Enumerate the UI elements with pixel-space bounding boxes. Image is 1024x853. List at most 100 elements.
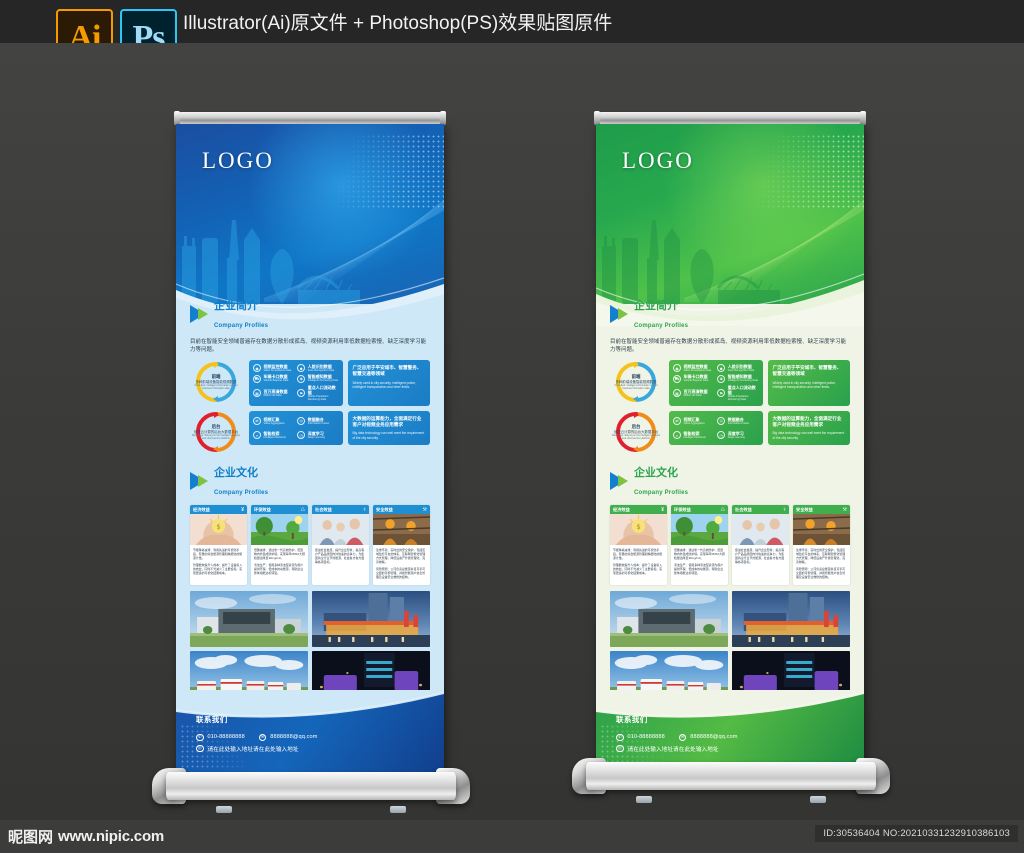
icon-card-item: ⛟ 车辆卡口数据 Vehicle Bayonet Data [673, 374, 714, 383]
icon-card-item-en: Intelligent Retrieval [263, 435, 286, 439]
envelope-icon: ✉ [258, 733, 267, 741]
icon-card-item: ☻ 人脸识别数据 Face Recognition Data [717, 364, 758, 373]
icon-card-item-en: Mobile Population Monitoring Data [727, 394, 749, 402]
culture-card-label: 环保效益 [674, 506, 691, 512]
intro-paragraph: 目前在智能安全领域普遍存在数据分散形成孤岛、视频资源利用率低数据检索慢、缺乏深度… [610, 339, 847, 353]
play-triangle-accent-icon [198, 308, 208, 320]
section-title-en: Company Profiles [214, 323, 269, 329]
gallery-photo[interactable] [312, 591, 430, 647]
ring-en: Backstage: Relying on the intelligent an… [192, 434, 240, 441]
contact-phone: 010-88888888 [627, 734, 665, 741]
culture-card[interactable]: 安全效益 ⚒ 注重环境：实时出的安全保护，包括区域监控平台的体系，互联网智能化管… [793, 505, 850, 585]
culture-card[interactable]: 经济效益 ¥ $ 节能降耗减排：利用先进的可视化手段，有量的综合能源管理和精细化… [610, 505, 667, 585]
culture-card[interactable]: 环保效益 ♺ 低碳减排：通过新一代高效防护，配置物内外集成防护塔，实现每年PM1… [251, 505, 308, 585]
stand-foot-left [216, 806, 232, 813]
icon-card: ⇄ 视频汇聚 Video Aggregation ◎ 数据融合 Informatio… [249, 410, 343, 446]
rollup-banner-blue: LOGO 企业简介 Company Profiles 目前在智能安全领域普遍存在… [174, 111, 446, 776]
icon-card-item: ◈ 智能感知数据 Intelligent Perceiving Data [297, 374, 338, 383]
intro-paragraph: 目前在智能安全领域普遍存在数据分散形成孤岛、视频资源利用率低数据检索慢、缺乏深度… [190, 339, 427, 353]
contact-block: 联系我们 ✆ 010-88888888 ✉ 8888888@qq.com ◎ 请… [616, 714, 738, 753]
culture-card-p2: 清洁生产：使用多种清洁型资源为用户提供环保、低成本的动能源，帮助企业整体用能达标… [254, 563, 304, 575]
culture-card-p2: 风险预测：公司负责总能源并且可手可全面的可视管理，并按智能用户信息管理及设备安全… [796, 567, 846, 579]
nipic-watermark: 昵图网 www.nipic.com [8, 826, 164, 847]
gallery-photo[interactable] [732, 591, 850, 647]
culture-card-body: 节能降耗减排：利用先进的可视化手段，有量的综合能源管理和精细化的能源计量。 管理… [610, 545, 667, 581]
culture-card[interactable]: 社会效益 ⚕ 促进社会发展，提升企业形象，提高客户产品品质国内外快速的竞争力，为… [732, 505, 789, 585]
svg-text:$: $ [636, 523, 640, 531]
section-title-en: Company Profiles [634, 490, 689, 496]
icon-card-item: ◎ 数据融合 Information Fusion [297, 415, 338, 427]
vehicle-bayonet-data-icon: ⛟ [253, 374, 261, 383]
culture-card-label: 环保效益 [254, 506, 271, 512]
culture-card-body: 低碳减排：通过新一代高效防护，配置物内外集成防护塔，实现每年PM10大颗粒量达降… [671, 545, 728, 581]
icon-card: ⇄ 视频汇聚 Video Aggregation ◎ 数据融合 Informatio… [669, 410, 763, 446]
play-triangle-accent-icon [618, 308, 628, 320]
culture-card-p1: 节能降耗减排：利用先进的可视化手段，有量的综合能源管理和精细化的能源计量。 [613, 548, 663, 560]
process-ring: 后台 依托云计算的后台大数据平台 Backstage: Relying on t… [610, 410, 662, 454]
information-fusion-icon: ◎ [297, 416, 306, 425]
text-card: 大数据的运算能力，全面满足行业客户对视频业务应用需求 Big data tech… [347, 410, 430, 446]
banner-body: 企业简介 Company Profiles 目前在智能安全领域普遍存在数据分散形… [596, 296, 864, 707]
contact-address-row: ◎ 请在此处输入地址请在此处输入地址 [616, 744, 738, 753]
culture-card-label: 社会效益 [735, 506, 752, 512]
icon-card-item-en: Video Aggregation [683, 421, 705, 425]
culture-card-p1: 低碳减排：通过新一代高效防护，配置物内外集成防护塔，实现每年PM10大颗粒量达降… [254, 548, 305, 560]
text-card-en: Big data technology can well meet the re… [772, 431, 845, 440]
deep-learning-icon: ◷ [717, 431, 726, 440]
section-title-en: Company Profiles [214, 490, 269, 496]
banner-logo: LOGO [622, 148, 694, 173]
location-pin-icon: ◎ [616, 744, 624, 753]
culture-card-p2: 风险预测：公司负责总能源并且可手可全面的可视管理，并按智能用户信息管理及设备安全… [376, 567, 426, 579]
process-ring: 前端 多种前端设备智能视频数据 Front End: intelligent i… [610, 360, 662, 404]
culture-card[interactable]: 安全效益 ⚒ 注重环境：实时出的安全保护，包括区域监控平台的体系，互联网智能化管… [373, 505, 430, 585]
screenshot-root: Ai Ps Illustrator(Ai)原文件 + Photoshop(PS)… [0, 0, 1024, 853]
icon-card-item-en: Intelligent Retrieval [683, 435, 706, 439]
culture-card-label: 经济效益 [613, 506, 630, 512]
contact-address: 请在此处输入地址请在此处输入地址 [627, 746, 719, 753]
icon-card-item-en: Video Surveillance Data [683, 369, 712, 372]
culture-card[interactable]: 经济效益 ¥ $ 节能降耗减排：利用先进的可视化手段，有量的综合能源管理和精细化… [190, 505, 247, 585]
culture-card-body: 低碳减排：通过新一代高效防护，配置物内外集成防护塔，实现每年PM10大颗粒量达降… [251, 545, 308, 581]
culture-card-image: $ [610, 514, 667, 552]
gallery-photo[interactable] [190, 591, 308, 647]
culture-card-p2: 清洁生产：使用多种清洁型资源为用户提供环保、低成本的动能源，帮助企业整体用能达标… [674, 563, 724, 575]
vehicle-bayonet-data-icon: ⛟ [673, 374, 681, 383]
gallery-photo[interactable] [610, 591, 728, 647]
video-aggregation-icon: ⇄ [253, 416, 261, 425]
information-fusion-icon: ◎ [717, 416, 726, 425]
icon-card-item-cn: 重点人口流动数据 [727, 384, 756, 395]
icon-card-item-en: Information Fusion [727, 421, 750, 425]
icon-card-item-en: Intelligent Perceiving Data [307, 379, 338, 383]
icon-card-item-en: Vehicle Bayonet Data [263, 379, 289, 383]
culture-card-image [373, 514, 430, 545]
text-card: 广泛应用于平安城市、智慧警务、智慧交通等领域 Widely used in ci… [347, 360, 430, 406]
culture-card[interactable]: 环保效益 ♺ 低碳减排：通过新一代高效防护，配置物内外集成防护塔，实现每年PM1… [671, 505, 728, 585]
culture-card-label: 安全效益 [796, 506, 813, 512]
contact-phone-row: ✆ 010-88888888 [196, 733, 245, 741]
culture-card-header: 社会效益 ⚕ [732, 505, 789, 514]
process-ring-group: 前端 多种前端设备智能视频数据 Front End: intelligent i… [610, 360, 664, 454]
icon-card-item: ⌕ 智能检索 Intelligent Retrieval [253, 429, 294, 441]
video-surveillance-data-icon: ◉ [673, 364, 681, 373]
culture-card[interactable]: 社会效益 ⚕ 促进社会发展，提升企业形象，提高客户产品品质国内外快速的竞争力，为… [312, 505, 369, 585]
culture-card-body: 促进社会发展，提升企业形象，提高客户产品品质国内外快速的竞争力，为集团将全行业节… [312, 545, 369, 570]
contact-email-row: ✉ 8888888@qq.com [258, 733, 318, 741]
intelligent-retrieval-icon: ⌕ [253, 431, 261, 440]
icon-card-item-en: Vehicle Bayonet Data [683, 379, 709, 383]
culture-card-p1: 低碳减排：通过新一代高效防护，配置物内外集成防护塔，实现每年PM10大颗粒量达降… [674, 548, 725, 560]
culture-card-header: 安全效益 ⚒ [373, 505, 430, 514]
icon-card-item-en: Video Surveillance Data [263, 369, 292, 372]
icon-card-item-en: Deep Learning [727, 435, 745, 439]
culture-card-p1: 促进社会发展，提升企业形象，提高客户产品品质国内外快速的竞争力，为集团将全行业节… [735, 548, 785, 564]
culture-card-header: 安全效益 ⚒ [793, 505, 850, 514]
culture-card-header: 经济效益 ¥ [190, 505, 247, 514]
culture-card-p2: 管理能效提升人成本：提升了设备投入的效益，同时不光减少了主要投和，实现更多的可视… [193, 563, 243, 575]
envelope-icon: ✉ [678, 733, 687, 741]
stand-foot-right [390, 806, 406, 813]
culture-card-image [671, 514, 728, 545]
icon-card-item: ◉ 视频监控数据 Video Surveillance Data [673, 364, 714, 373]
section-title-cn: 企业文化 [214, 467, 258, 479]
icon-card-item-en: Deep Learning [307, 435, 325, 439]
text-card: 大数据的运算能力，全面满足行业客户对视频业务应用需求 Big data tech… [767, 410, 850, 446]
process-ring: 前端 多种前端设备智能视频数据 Front End: intelligent i… [190, 360, 242, 404]
